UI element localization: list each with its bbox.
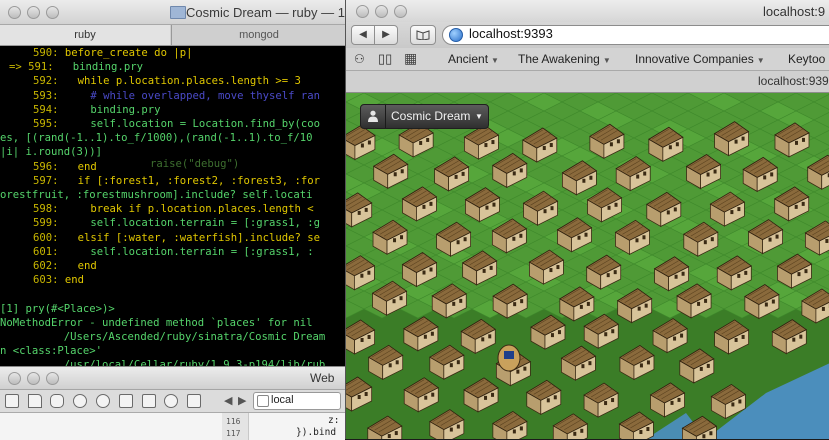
minimize-button[interactable]: [375, 5, 388, 18]
terminal-title: Cosmic Dream — ruby — 134×: [186, 5, 345, 20]
terminal-tabs: ruby mongod: [0, 25, 345, 46]
audits-icon[interactable]: [119, 394, 133, 408]
address-bar[interactable]: localhost:9393: [442, 25, 829, 45]
elements-icon[interactable]: [5, 394, 19, 408]
chevron-down-icon: ▼: [475, 112, 483, 121]
error-line: n <class:Place>': [0, 344, 102, 358]
zoom-button[interactable]: [394, 5, 407, 18]
browser-titlebar: localhost:9: [346, 0, 829, 22]
game-map[interactable]: [346, 93, 829, 439]
minimize-button[interactable]: [27, 6, 40, 19]
inspector-toolbar: ◀ ▶ local: [0, 390, 345, 413]
close-button[interactable]: [8, 6, 21, 19]
minimize-button[interactable]: [27, 372, 40, 385]
debugger-icon[interactable]: [96, 394, 110, 408]
terminal-output[interactable]: raise("debug") 590: before_create do |p|…: [0, 46, 345, 374]
inspector-content: [0, 413, 345, 440]
terminal-titlebar: Cosmic Dream — ruby — 134×: [0, 0, 345, 25]
close-button[interactable]: [356, 5, 369, 18]
inspector-title: Web: [310, 371, 334, 385]
code-line: 590: before_create do |p|: [0, 46, 192, 60]
code-line: 598: break if p.location.places.length <: [0, 202, 314, 216]
tab-mongod[interactable]: mongod: [171, 25, 345, 45]
show-bookmarks-button[interactable]: [410, 25, 436, 45]
search-icon[interactable]: [187, 394, 201, 408]
code-line-current: => 591: binding.pry: [0, 60, 143, 74]
inspector-titlebar: Web: [0, 367, 345, 390]
code-line: 602: end: [0, 259, 97, 273]
timeline-icon[interactable]: [73, 394, 87, 408]
line-number: 117: [226, 429, 240, 438]
profiles-icon[interactable]: [164, 394, 178, 408]
back-button[interactable]: ◀: [351, 25, 375, 45]
reading-list-icon[interactable]: ⚇: [354, 52, 365, 66]
code-line: es, [(rand(-1..1).to_f/1000),(rand(-1..1…: [0, 131, 313, 145]
player-character[interactable]: [498, 345, 520, 371]
code-line: 603: end: [0, 273, 84, 287]
code-line: 592: while p.location.places.length >= 3: [0, 74, 301, 88]
code-line: 596: end: [0, 160, 97, 174]
tab-strip: localhost:939: [346, 71, 829, 93]
open-book-icon: [416, 30, 430, 40]
code-line: orestfruit, :forestmushroom].include? se…: [0, 188, 313, 202]
world-name: Cosmic Dream: [391, 109, 470, 123]
browser-window: localhost:9 ◀ ▶ localhost:9393 ⚇ ▯▯ ▦ An…: [345, 0, 829, 439]
error-line: /Users/Ascended/ruby/sinatra/Cosmic Drea…: [0, 330, 325, 344]
zoom-button[interactable]: [46, 6, 59, 19]
prev-arrow-icon[interactable]: ◀: [224, 394, 232, 407]
tab-label[interactable]: localhost:939: [758, 74, 829, 88]
resource-label: local: [271, 394, 294, 406]
person-icon: [368, 110, 378, 122]
code-line: 597: if [:forest1, :forest2, :forest3, :…: [0, 174, 320, 188]
line-number: 116: [226, 417, 240, 426]
isometric-village-map[interactable]: [346, 93, 829, 439]
world-select-dropdown[interactable]: Cosmic Dream ▼: [360, 104, 489, 129]
bookmark-ancient[interactable]: Ancient▼: [448, 52, 499, 66]
console-icon[interactable]: [142, 394, 156, 408]
inspector-code-line: }).bind: [296, 427, 336, 438]
browser-title: localhost:9: [763, 4, 825, 19]
web-inspector-window: Web ◀ ▶ local 116 117 z: 3 }).bind: [0, 366, 345, 440]
code-line: 594: binding.pry: [0, 103, 161, 117]
zoom-button[interactable]: [46, 372, 59, 385]
folder-icon: [170, 6, 186, 19]
bookmark-keytoo[interactable]: Keytoo: [788, 52, 825, 66]
url-text: localhost:9393: [469, 26, 553, 41]
storage-icon[interactable]: [50, 394, 64, 408]
file-icon: [257, 395, 269, 407]
close-button[interactable]: [8, 372, 21, 385]
inspector-resource-tab[interactable]: local: [253, 392, 341, 410]
bookmark-innovative-companies[interactable]: Innovative Companies▼: [635, 52, 765, 66]
bookmarks-bar: ⚇ ▯▯ ▦ Ancient▼ The Awakening▼ Innovativ…: [346, 48, 829, 71]
ghost-line: raise("debug"): [150, 157, 239, 171]
forward-button[interactable]: ▶: [374, 25, 398, 45]
grid-icon[interactable]: ▦: [404, 50, 417, 67]
resources-icon[interactable]: [28, 394, 42, 408]
bookmark-the-awakening[interactable]: The Awakening▼: [518, 52, 611, 66]
code-line: 601: self.location.terrain = [:grass1, :: [0, 245, 314, 259]
code-line: 595: self.location = Location.find_by(co…: [0, 117, 320, 131]
code-line: |i| i.round(3))]: [0, 145, 102, 159]
globe-icon: [449, 28, 463, 42]
tab-ruby[interactable]: ruby: [0, 25, 170, 45]
code-line: 593: # while overlapped, move thyself ra…: [0, 89, 320, 103]
code-line: 600: elsif [:water, :waterfish].include?…: [0, 231, 320, 245]
error-line: NoMethodError - undefined method `places…: [0, 316, 313, 330]
next-arrow-icon[interactable]: ▶: [238, 394, 246, 407]
pry-prompt: [1] pry(#<Place>)>: [0, 302, 115, 316]
code-line: 599: self.location.terrain = [:grass1, :…: [0, 216, 320, 230]
bookmarks-book-icon[interactable]: ▯▯: [378, 51, 392, 67]
user-button[interactable]: [361, 105, 386, 128]
